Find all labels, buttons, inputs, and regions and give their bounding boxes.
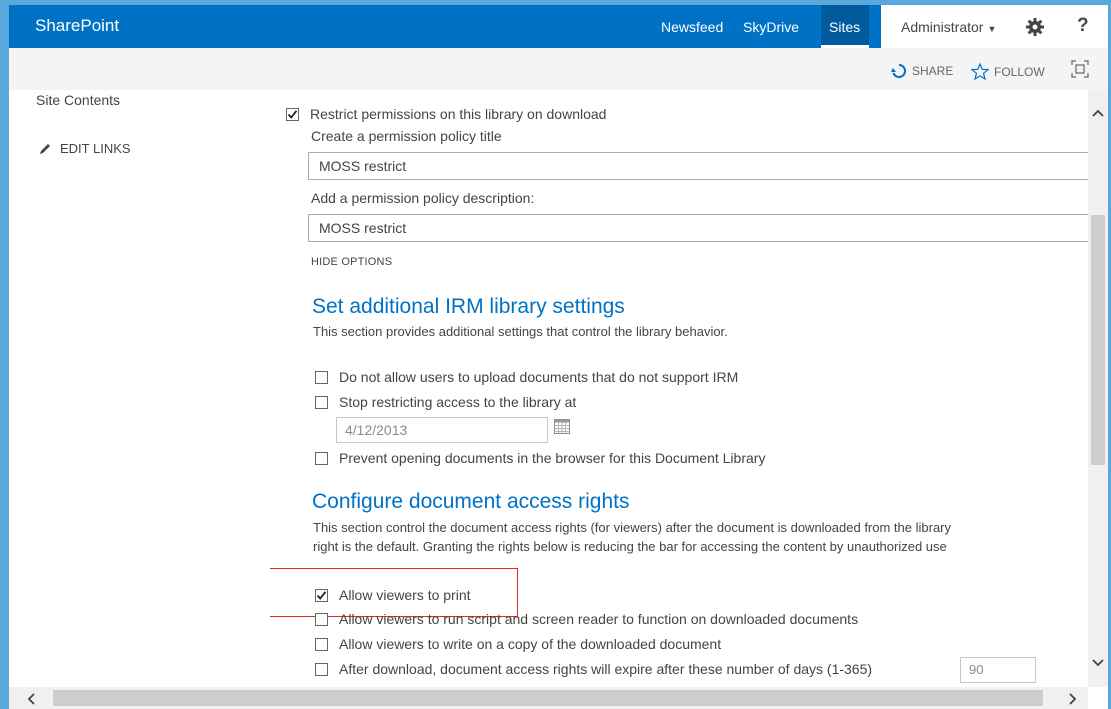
access-option-row[interactable]: After download, document access rights w… <box>315 661 872 677</box>
brand-logo[interactable]: SharePoint <box>35 16 119 36</box>
allow-print-checkbox[interactable] <box>315 588 328 602</box>
chevron-up-icon[interactable] <box>1091 108 1105 118</box>
rights-expire-label: After download, document access rights w… <box>339 661 873 677</box>
allow-write-copy-label: Allow viewers to write on a copy of the … <box>339 636 722 652</box>
nav-newsfeed[interactable]: Newsfeed <box>661 19 723 35</box>
policy-description-label: Add a permission policy description: <box>311 190 535 206</box>
restrict-permissions-label: Restrict permissions on this library on … <box>310 106 607 122</box>
chevron-right-icon[interactable] <box>1067 693 1077 705</box>
chevron-left-icon[interactable] <box>27 693 37 705</box>
access-option-row[interactable]: Allow viewers to print <box>315 587 471 603</box>
help-icon[interactable]: ? <box>1077 15 1089 37</box>
star-icon <box>971 63 989 80</box>
prevent-browser-open-label: Prevent opening documents in the browser… <box>339 450 766 466</box>
allow-script-label: Allow viewers to run script and screen r… <box>339 611 859 627</box>
nav-sites[interactable]: Sites <box>821 5 869 48</box>
window-frame-left <box>0 0 9 709</box>
access-option-row[interactable]: Allow viewers to run script and screen r… <box>315 611 858 627</box>
follow-button[interactable]: FOLLOW <box>971 63 1045 80</box>
allow-print-label: Allow viewers to print <box>339 587 471 603</box>
share-button[interactable]: SHARE <box>891 63 953 79</box>
rights-expire-checkbox[interactable] <box>315 662 328 676</box>
stop-restricting-date-input[interactable]: 4/12/2013 <box>336 417 548 443</box>
focus-icon[interactable] <box>1071 60 1089 78</box>
vertical-scroll-thumb[interactable] <box>1091 215 1105 465</box>
stop-restricting-checkbox[interactable] <box>315 395 328 409</box>
allow-write-copy-checkbox[interactable] <box>315 637 328 651</box>
prevent-browser-open-checkbox[interactable] <box>315 451 328 465</box>
suite-bar: SharePoint Newsfeed SkyDrive Sites Admin… <box>9 5 1108 48</box>
allow-script-checkbox[interactable] <box>315 612 328 626</box>
user-area: Administrator ▼ ? <box>881 5 1108 48</box>
access-rights-description-line1: This section control the document access… <box>313 520 952 535</box>
user-menu[interactable]: Administrator ▼ <box>901 19 996 35</box>
share-icon <box>891 63 907 78</box>
edit-links-button[interactable]: EDIT LINKS <box>38 141 131 156</box>
irm-option-row[interactable]: Stop restricting access to the library a… <box>315 394 576 410</box>
expire-days-input[interactable]: 90 <box>960 657 1036 683</box>
policy-title-input[interactable]: MOSS restrict <box>308 152 1088 180</box>
gear-icon[interactable] <box>1025 17 1045 37</box>
restrict-permissions-checkbox[interactable] <box>286 107 299 121</box>
policy-title-label: Create a permission policy title <box>311 128 502 144</box>
irm-section-description: This section provides additional setting… <box>313 324 728 339</box>
hide-options-link[interactable]: HIDE OPTIONS <box>311 256 392 268</box>
irm-option-row[interactable]: Do not allow users to upload documents t… <box>315 369 738 385</box>
policy-description-input[interactable]: MOSS restrict <box>308 214 1088 242</box>
nav-site-contents[interactable]: Site Contents <box>36 92 120 108</box>
main-content: Restrict permissions on this library on … <box>270 90 1088 687</box>
no-upload-unsupported-label: Do not allow users to upload documents t… <box>339 369 739 385</box>
action-bar: SHARE FOLLOW <box>9 48 1108 90</box>
user-name: Administrator <box>901 19 984 35</box>
access-rights-description-line2: right is the default. Granting the right… <box>313 539 947 554</box>
access-option-row[interactable]: Allow viewers to write on a copy of the … <box>315 636 721 652</box>
access-rights-section-title: Configure document access rights <box>312 490 630 513</box>
calendar-icon[interactable] <box>554 419 570 434</box>
no-upload-unsupported-checkbox[interactable] <box>315 370 328 384</box>
share-label: SHARE <box>912 64 954 78</box>
chevron-down-icon[interactable] <box>1091 658 1105 668</box>
restrict-permissions-checkbox-row[interactable]: Restrict permissions on this library on … <box>286 106 606 122</box>
stop-restricting-label: Stop restricting access to the library a… <box>339 394 577 410</box>
checkmark-icon <box>316 590 327 600</box>
nav-sites-label: Sites <box>829 19 861 35</box>
follow-label: FOLLOW <box>994 64 1045 79</box>
nav-skydrive[interactable]: SkyDrive <box>743 19 799 35</box>
irm-section-title: Set additional IRM library settings <box>312 295 625 318</box>
edit-links-label: EDIT LINKS <box>60 141 131 156</box>
pencil-icon <box>40 143 50 154</box>
horizontal-scrollbar[interactable] <box>9 687 1088 709</box>
horizontal-scroll-thumb[interactable] <box>53 690 1043 706</box>
caret-down-icon: ▼ <box>987 24 997 34</box>
irm-option-row[interactable]: Prevent opening documents in the browser… <box>315 450 765 466</box>
vertical-scrollbar[interactable] <box>1088 90 1108 687</box>
checkmark-icon <box>287 109 298 119</box>
